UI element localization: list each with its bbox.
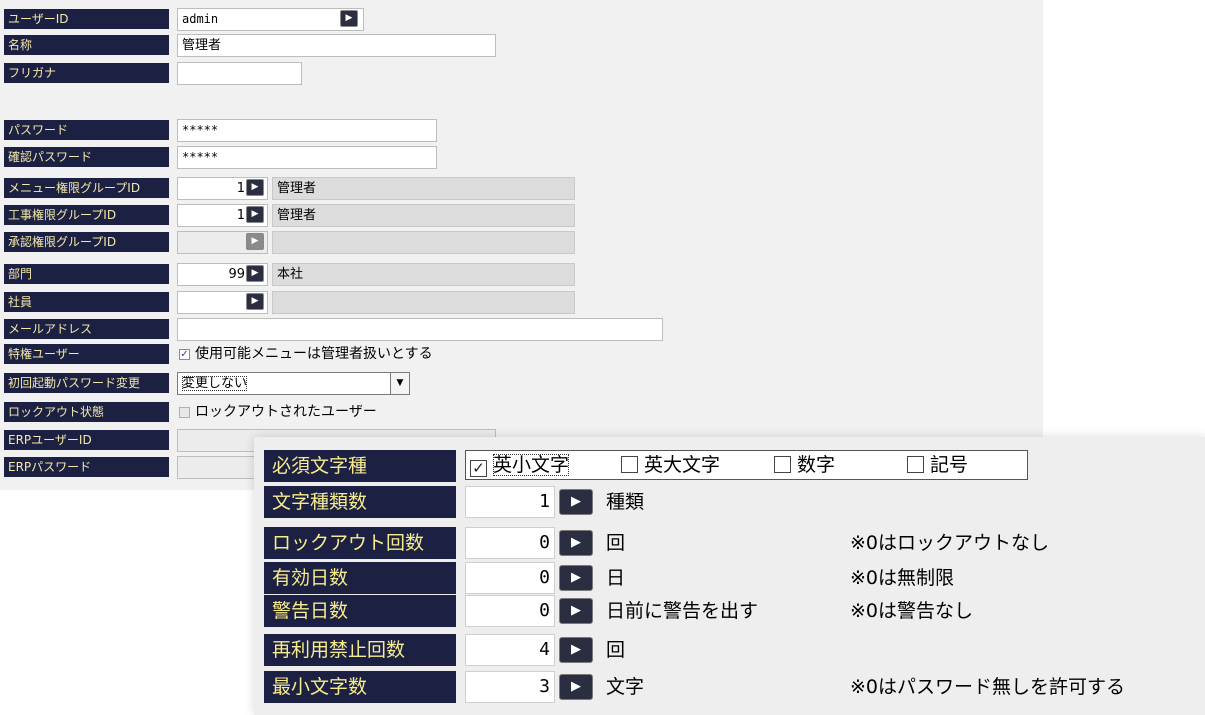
option-digits-label: 数字 — [797, 454, 836, 476]
privileged-label: 特権ユーザー — [4, 344, 169, 364]
furigana-input[interactable] — [177, 62, 302, 85]
privileged-checkbox-group[interactable]: ✓ 使用可能メニューは管理者扱いとする — [179, 344, 433, 365]
option-symbols[interactable]: 記号 — [907, 451, 968, 479]
reuse-prohibit-button[interactable]: ▶ — [559, 637, 593, 663]
confirm-password-input[interactable]: ***** — [177, 146, 437, 169]
option-uppercase[interactable]: 英大文字 — [621, 451, 720, 479]
user-form-panel: ユーザーID admin ▶ 名称 管理者 フリガナ パスワード ***** 確… — [0, 0, 1043, 490]
name-input[interactable]: 管理者 — [177, 34, 496, 57]
first-login-pw-select[interactable]: 変更しない ▼ — [177, 372, 410, 395]
valid-days-note: ※0は無制限 — [850, 567, 955, 589]
arrow-right-icon: ▶ — [571, 494, 581, 509]
char-type-count-input[interactable]: 1 — [465, 486, 555, 518]
arrow-right-icon: ▶ — [251, 268, 259, 278]
lockout-checkbox-group: ロックアウトされたユーザー — [179, 402, 377, 423]
option-uppercase-label: 英大文字 — [644, 454, 721, 476]
erp-user-id-label: ERPユーザーID — [4, 430, 169, 450]
reuse-prohibit-unit: 回 — [606, 639, 626, 661]
employee-label: 社員 — [4, 292, 169, 312]
checkbox-checked-icon[interactable]: ✓ — [470, 460, 487, 477]
checkbox-unchecked-icon[interactable] — [907, 456, 924, 473]
valid-days-button[interactable]: ▶ — [559, 565, 593, 591]
warning-days-unit: 日前に警告を出す — [606, 600, 759, 622]
department-name: 本社 — [272, 263, 575, 286]
lockout-count-button[interactable]: ▶ — [559, 530, 593, 556]
min-length-note: ※0はパスワード無しを許可する — [850, 676, 1126, 698]
first-login-pw-label: 初回起動パスワード変更 — [4, 373, 169, 393]
lockout-count-input[interactable]: 0 — [465, 527, 555, 559]
reuse-prohibit-label: 再利用禁止回数 — [264, 634, 456, 666]
confirm-password-label: 確認パスワード — [4, 147, 169, 167]
user-id-input[interactable]: admin — [177, 8, 364, 31]
char-type-count-unit: 種類 — [606, 491, 645, 513]
warning-days-input[interactable]: 0 — [465, 595, 555, 627]
checkbox-checked-icon[interactable]: ✓ — [179, 348, 190, 360]
reuse-prohibit-input[interactable]: 4 — [465, 634, 555, 666]
required-chars-label: 必須文字種 — [264, 450, 456, 482]
min-length-input[interactable]: 3 — [465, 671, 555, 703]
option-lowercase-label: 英小文字 — [493, 454, 570, 476]
arrow-right-icon: ▶ — [571, 535, 581, 550]
checkbox-unchecked-icon[interactable] — [774, 456, 791, 473]
name-label: 名称 — [4, 35, 169, 55]
furigana-label: フリガナ — [4, 63, 169, 83]
lockout-checkbox-label: ロックアウトされたユーザー — [195, 404, 377, 420]
approval-group-lookup-button: ▶ — [246, 233, 264, 250]
lockout-count-note: ※0はロックアウトなし — [850, 532, 1050, 554]
warning-days-label: 警告日数 — [264, 595, 456, 627]
erp-password-label: ERPパスワード — [4, 457, 169, 477]
first-login-pw-selected: 変更しない — [182, 376, 248, 391]
min-length-unit: 文字 — [606, 676, 645, 698]
user-id-label: ユーザーID — [4, 9, 169, 29]
lockout-count-label: ロックアウト回数 — [264, 527, 456, 559]
password-label: パスワード — [4, 120, 169, 140]
arrow-right-icon: ▶ — [251, 209, 259, 219]
work-group-lookup-button[interactable]: ▶ — [246, 206, 264, 223]
arrow-right-icon: ▶ — [571, 679, 581, 694]
arrow-right-icon: ▶ — [251, 182, 259, 192]
min-length-label: 最小文字数 — [264, 671, 456, 703]
menu-group-label: メニュー権限グループID — [4, 178, 169, 198]
lockout-count-unit: 回 — [606, 532, 626, 554]
employee-name — [272, 291, 575, 314]
department-label: 部門 — [4, 264, 169, 284]
approval-group-label: 承認権限グループID — [4, 232, 169, 252]
user-id-lookup-button[interactable]: ▶ — [340, 10, 358, 27]
email-label: メールアドレス — [4, 319, 169, 339]
valid-days-input[interactable]: 0 — [465, 562, 555, 594]
min-length-button[interactable]: ▶ — [559, 674, 593, 700]
option-digits[interactable]: 数字 — [774, 451, 835, 479]
menu-group-name: 管理者 — [272, 177, 575, 200]
chevron-down-icon[interactable]: ▼ — [390, 373, 409, 394]
password-policy-panel: 必須文字種 ✓ 英小文字 英大文字 数字 記号 文字種類数 1 ▶ 種類 ロックア… — [254, 437, 1205, 715]
arrow-right-icon: ▶ — [345, 13, 353, 23]
work-group-label: 工事権限グループID — [4, 205, 169, 225]
employee-lookup-button[interactable]: ▶ — [246, 293, 264, 310]
approval-group-name — [272, 231, 575, 254]
arrow-right-icon: ▶ — [251, 296, 259, 306]
password-input[interactable]: ***** — [177, 119, 437, 142]
arrow-right-icon: ▶ — [571, 642, 581, 657]
char-type-count-button[interactable]: ▶ — [559, 489, 593, 515]
email-input[interactable] — [177, 318, 663, 341]
checkbox-unchecked-icon[interactable] — [621, 456, 638, 473]
lockout-status-label: ロックアウト状態 — [4, 402, 169, 422]
privileged-checkbox-label: 使用可能メニューは管理者扱いとする — [195, 346, 433, 362]
option-symbols-label: 記号 — [930, 454, 969, 476]
arrow-right-icon: ▶ — [571, 570, 581, 585]
arrow-right-icon: ▶ — [571, 603, 581, 618]
valid-days-unit: 日 — [606, 567, 626, 589]
arrow-right-icon: ▶ — [251, 236, 259, 246]
option-lowercase[interactable]: ✓ 英小文字 — [470, 451, 570, 479]
char-type-count-label: 文字種類数 — [264, 486, 456, 518]
warning-days-note: ※0は警告なし — [850, 600, 974, 622]
checkbox-unchecked-icon — [179, 406, 190, 418]
required-chars-options: ✓ 英小文字 英大文字 数字 記号 — [465, 450, 1028, 480]
department-lookup-button[interactable]: ▶ — [246, 265, 264, 282]
valid-days-label: 有効日数 — [264, 562, 456, 594]
work-group-name: 管理者 — [272, 204, 575, 227]
warning-days-button[interactable]: ▶ — [559, 598, 593, 624]
menu-group-lookup-button[interactable]: ▶ — [246, 179, 264, 196]
